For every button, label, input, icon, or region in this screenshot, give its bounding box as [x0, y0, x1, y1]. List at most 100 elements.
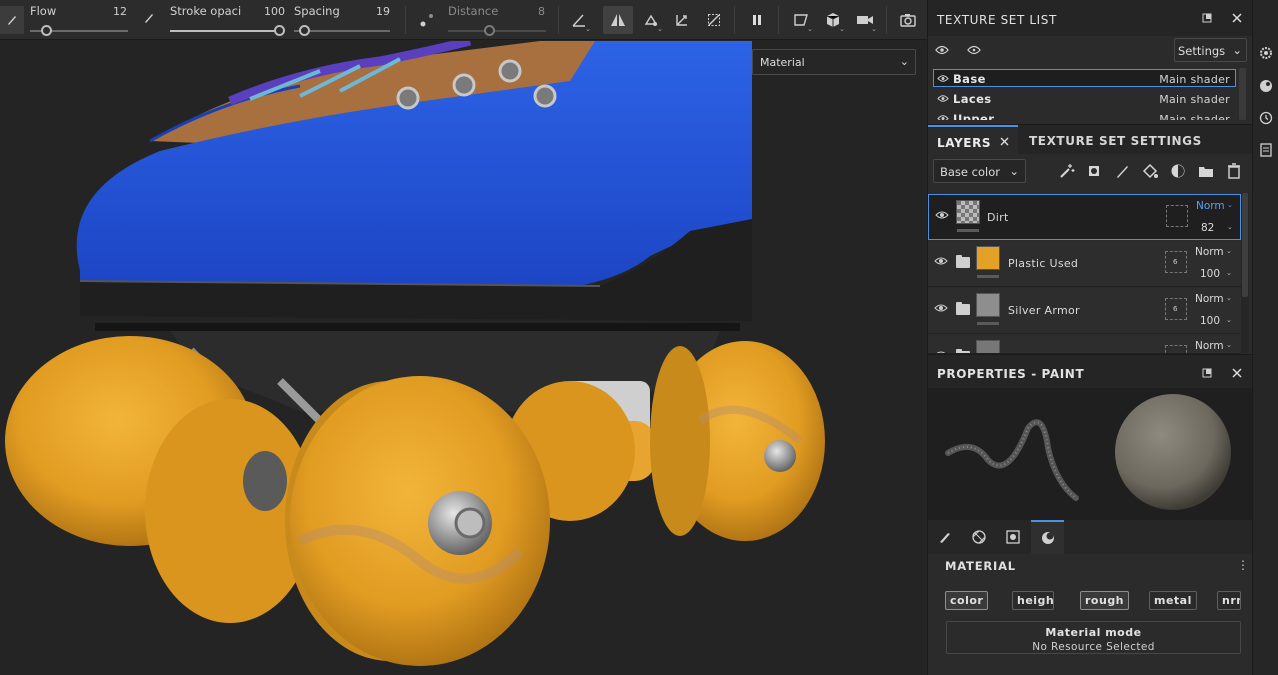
scrollbar-thumb[interactable] [1242, 193, 1248, 297]
material-mode-value: No Resource Selected [1032, 641, 1155, 653]
mask-slot[interactable]: 6 [1165, 298, 1187, 320]
layers-scrollbar[interactable] [1241, 193, 1249, 353]
texture-set-row[interactable]: Base Main shader [933, 69, 1236, 87]
mask-slot[interactable]: 6 [1165, 251, 1187, 273]
add-folder-icon[interactable] [1197, 162, 1215, 180]
layer-opacity[interactable]: 100 [1200, 268, 1220, 280]
mask-count: 6 [1173, 258, 1178, 266]
add-effect-icon[interactable] [1058, 162, 1076, 180]
toolbar-divider [734, 6, 735, 34]
history-icon[interactable] [1258, 110, 1274, 126]
brush-tab-icon[interactable] [928, 520, 961, 554]
properties-tab-bar [928, 520, 1253, 554]
texture-set-scrollbar[interactable] [1239, 68, 1246, 120]
log-icon[interactable] [1258, 142, 1274, 158]
flow-slider-handle[interactable] [41, 25, 52, 36]
layer-opacity[interactable]: 100 [1200, 315, 1220, 327]
eye-icon[interactable] [934, 256, 948, 269]
cube-view-icon[interactable]: ⌄ [820, 6, 846, 34]
eye-icon[interactable] [937, 93, 949, 106]
delete-icon[interactable] [1225, 162, 1243, 180]
solo-visibility-icon[interactable] [967, 43, 981, 57]
display-mode-value: Material [760, 56, 805, 69]
screenshot-camera-icon[interactable] [895, 6, 921, 34]
tab-texture-set-settings-label: TEXTURE SET SETTINGS [1029, 134, 1202, 148]
texture-set-row[interactable]: Upper Main shader [933, 109, 1236, 121]
eye-icon[interactable] [937, 73, 949, 86]
texture-set-name: Base [953, 72, 986, 86]
channel-color-button[interactable]: color [945, 591, 989, 610]
blend-mode[interactable]: Norm [1195, 340, 1224, 352]
stroke-opacity-handle[interactable] [274, 25, 285, 36]
layer-item[interactable]: Norm ⌄ [928, 335, 1241, 354]
add-mask-icon[interactable] [1085, 162, 1103, 180]
texture-set-row[interactable]: Laces Main shader [933, 89, 1236, 107]
eye-icon[interactable] [934, 303, 948, 316]
eye-icon[interactable] [935, 210, 949, 223]
texture-set-shader: Main shader [1159, 93, 1230, 106]
texture-set-settings-dropdown[interactable]: Settings ⌄ [1174, 38, 1247, 62]
tab-layers-label: LAYERS [937, 136, 992, 150]
channel-normal-button[interactable]: nrm [1217, 591, 1241, 610]
symmetry-icon[interactable] [603, 6, 633, 34]
stencil-tab-icon[interactable] [996, 520, 1029, 554]
more-options-icon[interactable]: ⋮ [1237, 558, 1249, 572]
3d-viewport[interactable]: Material ⌄ [0, 41, 927, 675]
channel-rough-button[interactable]: rough [1080, 591, 1130, 610]
close-icon[interactable] [1230, 366, 1244, 380]
camera-view-icon[interactable]: ⌄ [788, 6, 814, 34]
toolbar-divider [405, 6, 406, 34]
maximize-icon[interactable] [1200, 366, 1214, 380]
fill-projection-icon[interactable]: ⌄ [638, 6, 664, 34]
folder-icon [956, 255, 970, 268]
transform-icon[interactable] [669, 6, 695, 34]
display-settings-icon[interactable] [1258, 78, 1274, 94]
distance-slider-handle[interactable] [484, 25, 495, 36]
spacing-slider-handle[interactable] [299, 25, 310, 36]
tab-layers[interactable]: LAYERS [928, 125, 1018, 155]
layer-opacity[interactable]: 82 [1201, 222, 1214, 234]
layer-name: Plastic Used [1008, 257, 1079, 270]
channel-dropdown[interactable]: Base color ⌄ [933, 159, 1026, 183]
mask-slot[interactable] [1166, 205, 1188, 227]
toolbar-divider [886, 6, 887, 34]
stroke-opacity-label: Stroke opaci [170, 4, 242, 18]
material-section-title: MATERIAL [945, 559, 1016, 573]
symmetry-axis-icon[interactable]: ⌄ [566, 6, 592, 34]
distance-slider[interactable] [448, 30, 546, 32]
dock-icon-strip [1252, 0, 1278, 675]
video-camera-icon[interactable]: ⌄ [852, 6, 878, 34]
settings-gear-icon[interactable] [1258, 45, 1274, 61]
visibility-toggle-icon[interactable] [935, 43, 949, 57]
fill-layer-icon[interactable] [1141, 162, 1159, 180]
lazy-mouse-icon[interactable] [419, 12, 435, 31]
brush-tool-icon[interactable] [0, 6, 24, 34]
stroke-opacity-icon [143, 12, 155, 27]
stroke-opacity-slider[interactable] [170, 30, 282, 32]
layer-name: Dirt [987, 211, 1009, 224]
settings-label: Settings [1178, 44, 1226, 58]
blend-mode[interactable]: Norm [1196, 200, 1225, 212]
blend-mode[interactable]: Norm [1195, 246, 1224, 258]
paint-layer-icon[interactable] [1113, 162, 1131, 180]
layer-item[interactable]: Silver Armor 6 Norm ⌄ 100 ⌄ [928, 288, 1241, 334]
material-mode-selector[interactable]: Material mode No Resource Selected [946, 621, 1241, 654]
tab-texture-set-settings[interactable]: TEXTURE SET SETTINGS [1020, 125, 1211, 155]
material-tab-icon[interactable] [1031, 520, 1064, 554]
channel-metal-button[interactable]: metal [1149, 591, 1197, 610]
alpha-tab-icon[interactable] [962, 520, 995, 554]
eye-icon[interactable] [937, 113, 949, 120]
close-icon[interactable] [1230, 11, 1244, 25]
maximize-icon[interactable] [1200, 11, 1214, 25]
blend-mode[interactable]: Norm [1195, 293, 1224, 305]
viewport-display-mode-dropdown[interactable]: Material ⌄ [752, 49, 916, 75]
layer-item[interactable]: Dirt Norm ⌄ 82 ⌄ [928, 194, 1241, 240]
pause-icon[interactable] [744, 6, 770, 34]
close-tab-icon[interactable] [1000, 135, 1009, 149]
channel-height-button[interactable]: height [1012, 591, 1054, 610]
layer-item[interactable]: Plastic Used 6 Norm ⌄ 100 ⌄ [928, 241, 1241, 287]
smart-material-icon[interactable] [1169, 162, 1187, 180]
texture-set-name: Laces [953, 92, 992, 106]
mask-slot[interactable] [1165, 345, 1187, 353]
hide-icon[interactable] [701, 6, 727, 34]
